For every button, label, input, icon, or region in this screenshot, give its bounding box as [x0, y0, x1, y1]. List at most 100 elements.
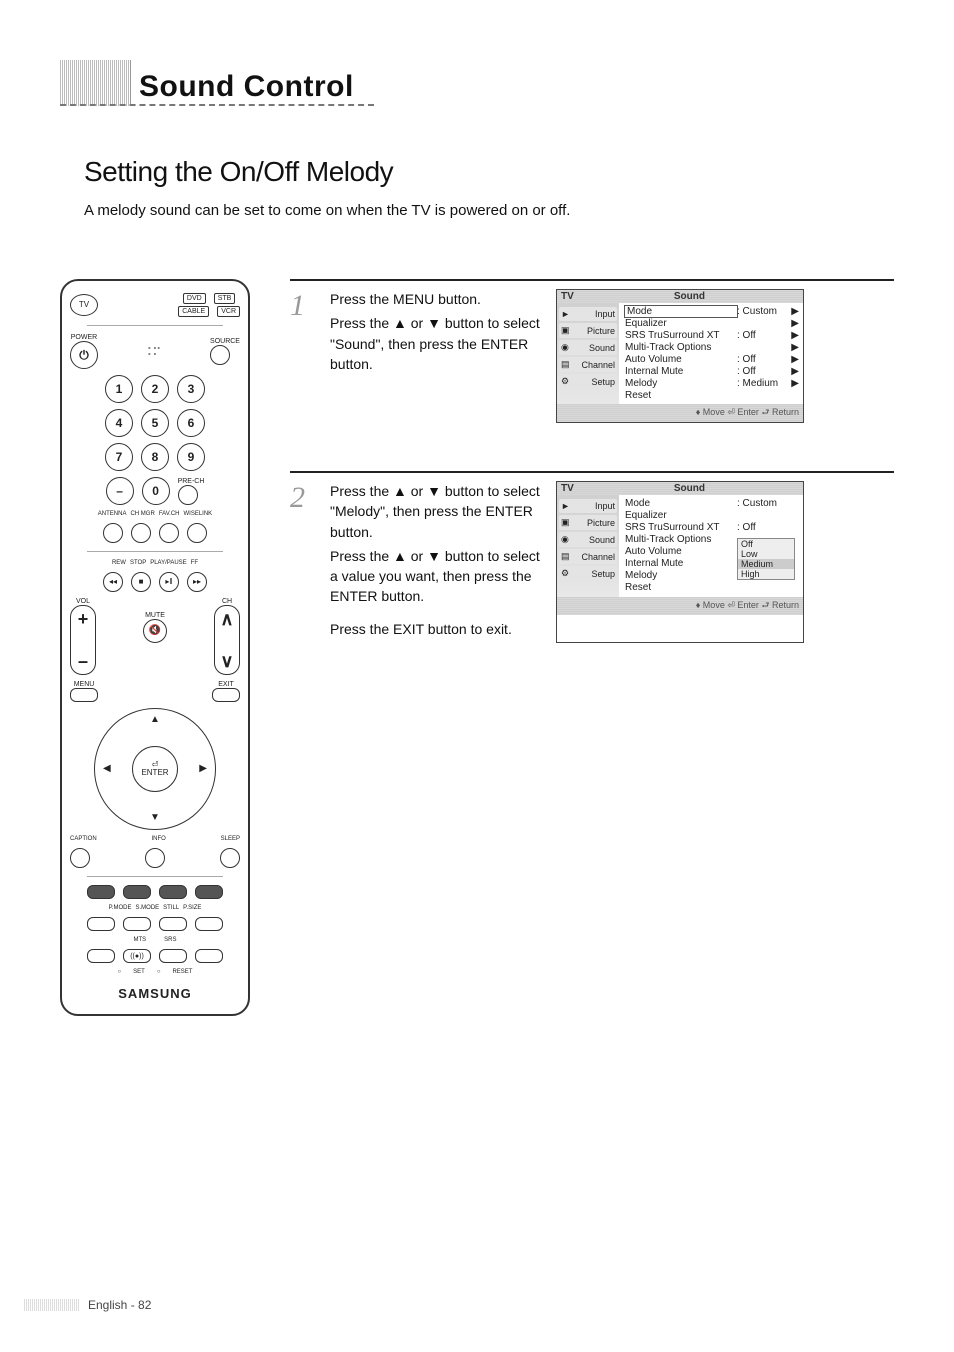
- osd-menu-2: TV Sound ►Input▣Picture◉Sound▤Channel⚙Se…: [556, 481, 804, 643]
- osd2-row: Mode: Custom: [625, 498, 799, 509]
- remote-power-label: POWER: [70, 334, 98, 341]
- osd-tab-setup: ⚙Setup: [559, 566, 617, 581]
- remote-nav-ring: ▲ ▼ ◀ ▶ ⏎ ENTER: [94, 708, 216, 830]
- remote-info: [145, 848, 165, 868]
- remote-set-label: SET: [133, 969, 145, 975]
- remote-extra-b: [195, 949, 223, 963]
- section-header: Sound Control: [60, 60, 894, 106]
- remote-chmgr: [131, 523, 151, 543]
- osd2-row: SRS TruSurround XT: Off: [625, 522, 799, 533]
- remote-nav-down-icon: ▼: [150, 813, 160, 823]
- osd1-left-tabs: ►Input▣Picture◉Sound▤Channel⚙Setup: [557, 303, 619, 404]
- footer-ornament: [24, 1299, 80, 1311]
- osd2-row: Equalizer: [625, 510, 799, 521]
- header-underline: [60, 104, 374, 106]
- remote-tv-button: TV: [70, 294, 98, 316]
- remote-source-button: [210, 345, 230, 365]
- osd2-left-tabs: ►Input ▣Picture ◉Sound ▤Channel ⚙Setup: [557, 495, 619, 597]
- step-1-number: 1: [290, 289, 314, 423]
- remote-source-label: SOURCE: [210, 338, 240, 345]
- remote-ch-label: CH: [214, 598, 240, 605]
- osd2-melody-popup: OffLowMediumHigh: [737, 538, 795, 580]
- remote-ff: ▸▸: [187, 572, 207, 592]
- section-title: Sound Control: [131, 70, 354, 106]
- remote-enter-button: ⏎ ENTER: [132, 746, 178, 792]
- osd-tab-picture: ▣Picture: [559, 515, 617, 530]
- osd2-row: Reset: [625, 582, 799, 593]
- osd1-title: Sound: [580, 291, 799, 302]
- remote-nav-right-icon: ▶: [199, 764, 207, 774]
- osd2-popup-option: Off: [738, 539, 794, 549]
- remote-ch-up: ∧: [220, 610, 233, 628]
- header-ornament: [60, 60, 131, 106]
- remote-smode: [123, 917, 151, 931]
- remote-mts: [87, 949, 115, 963]
- osd1-row: Auto Volume: Off▶: [625, 354, 799, 365]
- intro-text: A melody sound can be set to come on whe…: [84, 202, 894, 219]
- osd1-footer: ♦ Move ⏎ Enter ⮐ Return: [557, 404, 803, 422]
- remote-stop: ■: [131, 572, 151, 592]
- osd1-row: Equalizer▶: [625, 318, 799, 329]
- remote-mute-label: MUTE: [143, 612, 167, 619]
- osd-tab-setup: ⚙Setup: [559, 374, 617, 389]
- page-number: English - 82: [88, 1298, 151, 1312]
- osd2-popup-option: Medium: [738, 559, 794, 569]
- remote-antenna: [103, 523, 123, 543]
- osd2-rows: Mode: CustomEqualizerSRS TruSurround XT:…: [619, 495, 803, 597]
- remote-psize: [195, 917, 223, 931]
- osd1-tv-tag: TV: [561, 291, 574, 302]
- remote-num-3: 3: [177, 375, 205, 403]
- osd-tab-input: ►Input: [559, 499, 617, 513]
- remote-row-d-labels: P.MODES.MODESTILLP.SIZE: [109, 905, 202, 911]
- remote-illustration: TV DVD STB CABLE VCR POWER ⏻: [60, 279, 250, 1016]
- remote-rew: ◂◂: [103, 572, 123, 592]
- remote-menu-label: MENU: [70, 681, 98, 688]
- osd-menu-1: TV Sound ►Input▣Picture◉Sound▤Channel⚙Se…: [556, 289, 804, 423]
- osd-tab-channel: ▤Channel: [559, 549, 617, 564]
- osd-tab-sound: ◉Sound: [559, 532, 617, 547]
- osd-tab-sound: ◉Sound: [559, 340, 617, 355]
- remote-play: ▸‖: [159, 572, 179, 592]
- osd-tab-channel: ▤Channel: [559, 357, 617, 372]
- remote-nav-left-icon: ◀: [103, 764, 111, 774]
- remote-num-8: 8: [141, 443, 169, 471]
- step-2: 2 Press the ▲ or ▼ button to select "Mel…: [290, 471, 894, 643]
- remote-srs: ((●)): [123, 949, 151, 963]
- remote-dash-button: –: [106, 477, 134, 505]
- remote-brand: SAMSUNG: [118, 987, 191, 1000]
- remote-color-d: [195, 885, 223, 899]
- remote-mode-stb: STB: [214, 293, 236, 304]
- remote-exit-label: EXIT: [212, 681, 240, 688]
- remote-mute-button: 🔇: [143, 619, 167, 643]
- osd1-rows: Mode: Custom▶Equalizer▶SRS TruSurround X…: [619, 303, 803, 404]
- remote-color-b: [123, 885, 151, 899]
- remote-reset-label: RESET: [172, 969, 192, 975]
- remote-still: [159, 917, 187, 931]
- remote-row-a-labels: ANTENNACH MGRFAV.CHWISELINK: [98, 511, 212, 517]
- remote-vol-down: –: [78, 652, 88, 670]
- remote-row-e-labels: MTSSRS: [133, 937, 176, 943]
- osd1-row: Mode: Custom▶: [625, 306, 799, 317]
- step-2-number: 2: [290, 481, 314, 643]
- remote-row-c-labels: CAPTIONINFOSLEEP: [70, 836, 240, 842]
- remote-vol-label: VOL: [70, 598, 96, 605]
- remote-extra-a: [159, 949, 187, 963]
- remote-mode-dvd: DVD: [183, 293, 206, 304]
- remote-menu-button: [70, 688, 98, 702]
- step-2-text: Press the ▲ or ▼ button to select "Melod…: [330, 481, 540, 643]
- remote-vol-up: +: [78, 610, 89, 628]
- remote-sleep: [220, 848, 240, 868]
- remote-ch-down: ∨: [220, 652, 233, 670]
- remote-mode-vcr: VCR: [217, 306, 240, 317]
- step-1-text: Press the MENU button. Press the ▲ or ▼ …: [330, 289, 540, 423]
- osd1-row: Reset: [625, 390, 799, 401]
- remote-color-a: [87, 885, 115, 899]
- step-1: 1 Press the MENU button. Press the ▲ or …: [290, 279, 894, 423]
- remote-favch: [159, 523, 179, 543]
- osd1-row: Internal Mute: Off▶: [625, 366, 799, 377]
- remote-wiselink: [187, 523, 207, 543]
- osd1-row: Multi-Track Options▶: [625, 342, 799, 353]
- remote-prech-label: PRE-CH: [178, 478, 205, 485]
- remote-num-7: 7: [105, 443, 133, 471]
- remote-num-5: 5: [141, 409, 169, 437]
